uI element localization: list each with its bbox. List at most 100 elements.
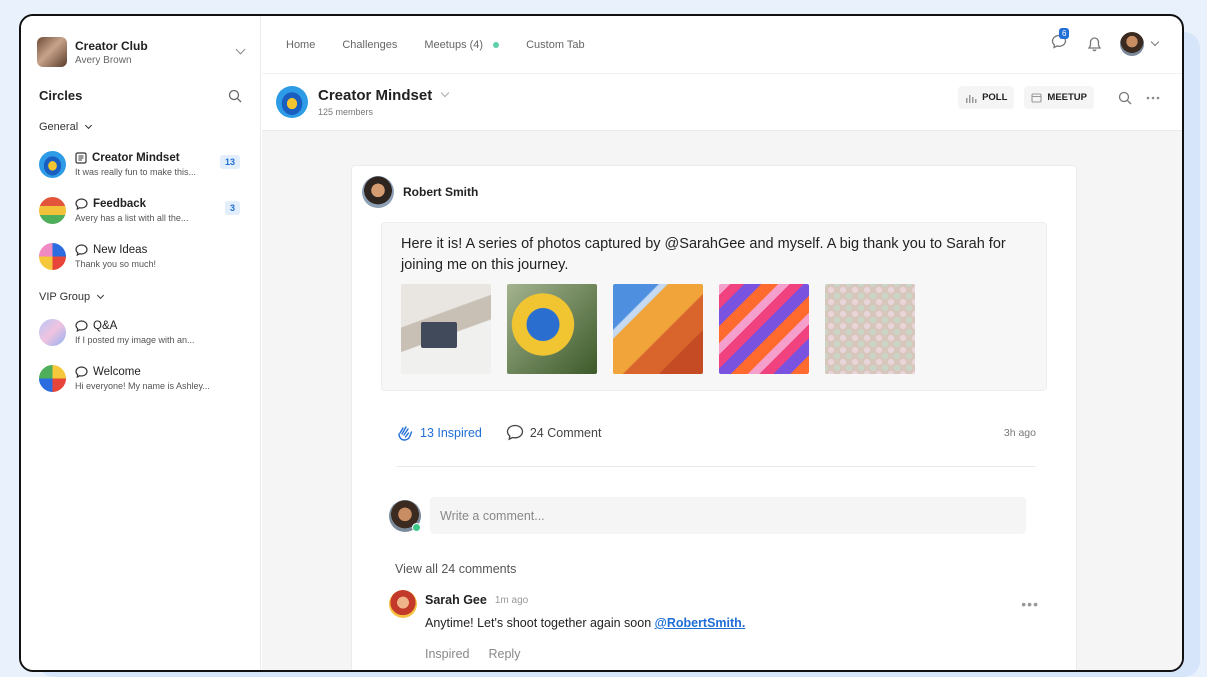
message-count-badge: 6 [1059,28,1070,39]
sidebar-item-label: Welcome [93,365,141,378]
chevron-down-icon [97,291,105,300]
sidebar-item-creator-mindset[interactable]: Creator Mindset It was really fun to mak… [21,141,260,187]
photo-gallery [401,284,1027,374]
bell-icon[interactable] [1087,36,1102,52]
sidebar-item-preview: It was really fun to make this... [75,166,197,177]
workspace-switcher[interactable]: Creator Club Avery Brown [21,16,260,76]
chat-icon [75,243,88,256]
view-all-comments-link[interactable]: View all 24 comments [395,562,1076,576]
sidebar-item-preview: Hi everyone! My name is Ashley... [75,380,210,391]
user-avatar[interactable] [1120,32,1144,56]
messages-button[interactable]: 6 [1051,28,1070,54]
unread-badge: 13 [219,155,240,169]
circle-avatar [39,364,66,392]
post-timestamp: 3h ago [1003,426,1036,439]
photo-thumbnail[interactable] [507,284,597,374]
inspired-button[interactable]: 13 Inspired [396,424,482,442]
sidebar-item-preview: Avery has a list with all the... [75,212,189,223]
comment-author[interactable]: Sarah Gee [425,593,487,607]
chevron-down-icon [440,88,450,98]
workspace-user: Avery Brown [75,54,132,66]
comment-body: Anytime! Let's shoot together again soon [425,616,655,630]
meetup-label: MEETUP [1047,92,1087,103]
inspired-count: 13 Inspired [420,425,482,440]
tab-challenges[interactable]: Challenges [342,39,397,51]
chat-icon [75,319,88,332]
tab-meetups[interactable]: Meetups (4) [424,38,500,51]
author-name: Robert Smith [403,185,479,199]
comment-icon [506,424,524,441]
more-options-icon[interactable]: ••• [1021,596,1039,612]
more-options-icon[interactable] [1146,96,1160,100]
section-label: General [39,121,79,133]
sidebar-item-label: Creator Mindset [92,151,180,164]
post-card: Robert Smith Here it is! A series of pho… [351,165,1077,670]
sidebar-item-new-ideas[interactable]: New Ideas Thank you so much! [21,233,260,279]
online-status-dot [412,522,421,532]
avatar[interactable] [389,590,417,618]
circles-title: Circles [39,88,83,103]
tab-custom[interactable]: Custom Tab [526,39,585,51]
circle-avatar [39,242,66,270]
comment-composer: Write a comment... [389,497,1026,534]
meetup-button[interactable]: MEETUP [1024,86,1094,109]
comment-timestamp: 1m ago [494,594,529,606]
comment-input[interactable]: Write a comment... [430,497,1026,534]
workspace-logo [37,37,67,67]
tab-home[interactable]: Home [286,39,315,51]
workspace-name: Creator Club [75,38,148,53]
sidebar-item-welcome[interactable]: Welcome Hi everyone! My name is Ashley..… [21,355,260,401]
poll-button[interactable]: POLL [958,86,1015,109]
poll-label: POLL [982,92,1008,103]
unread-badge: 3 [224,201,240,215]
comment-count: 24 Comment [529,425,602,440]
search-icon[interactable] [1118,91,1132,105]
sidebar-item-preview: If I posted my image with an... [75,334,195,345]
mention-link[interactable]: @RobertSmith. [655,616,746,630]
page-title: Creator Mindset [318,87,433,104]
sidebar-item-label: Q&A [93,319,118,332]
comment-inspired-button[interactable]: Inspired [425,647,469,661]
section-label: VIP Group [39,291,91,303]
comment-reply-button[interactable]: Reply [488,647,520,661]
bar-chart-icon [966,94,977,103]
app-window: Creator Club Avery Brown Circles General… [19,14,1184,672]
comment-button[interactable]: 24 Comment [506,424,602,441]
tab-label: Meetups (4) [424,38,484,51]
circle-avatar [39,196,66,224]
sidebar-item-label: New Ideas [93,243,148,256]
feed: Robert Smith Here it is! A series of pho… [262,131,1182,670]
photo-thumbnail[interactable] [401,284,491,374]
channel-avatar [276,86,308,118]
avatar [362,176,394,208]
post-icon [75,151,87,164]
circle-avatar [39,318,66,346]
photo-thumbnail[interactable] [825,284,915,374]
sidebar-item-qa[interactable]: Q&A If I posted my image with an... [21,309,260,355]
chat-icon [75,197,88,210]
post-author[interactable]: Robert Smith [352,166,1076,218]
sidebar-item-label: Feedback [93,197,147,210]
top-navigation: Home Challenges Meetups (4) Custom Tab 6 [262,16,1182,74]
live-indicator-dot [493,41,500,48]
section-vip-group[interactable]: VIP Group [21,291,260,303]
sidebar-item-preview: Thank you so much! [75,258,157,269]
search-icon[interactable] [228,89,242,103]
chevron-down-icon[interactable] [235,44,246,54]
chevron-down-icon [85,121,93,130]
circle-avatar [39,150,66,178]
calendar-icon [1031,93,1042,103]
sidebar: Creator Club Avery Brown Circles General… [21,16,261,670]
comment-item: Sarah Gee 1m ago Anytime! Let's shoot to… [389,590,1039,661]
clap-icon [398,425,413,441]
sidebar-item-feedback[interactable]: Feedback Avery has a list with all the..… [21,187,260,233]
channel-title[interactable]: Creator Mindset [318,87,450,104]
photo-thumbnail[interactable] [613,284,703,374]
photo-thumbnail[interactable] [719,284,809,374]
post-text: Here it is! A series of photos captured … [401,236,1006,273]
comment-text: Anytime! Let's shoot together again soon… [425,616,745,630]
post-actions: 13 Inspired 24 Comment 3h ago [396,413,1036,467]
chevron-down-icon[interactable] [1150,37,1160,47]
avatar [389,499,421,532]
section-general[interactable]: General [21,121,260,133]
